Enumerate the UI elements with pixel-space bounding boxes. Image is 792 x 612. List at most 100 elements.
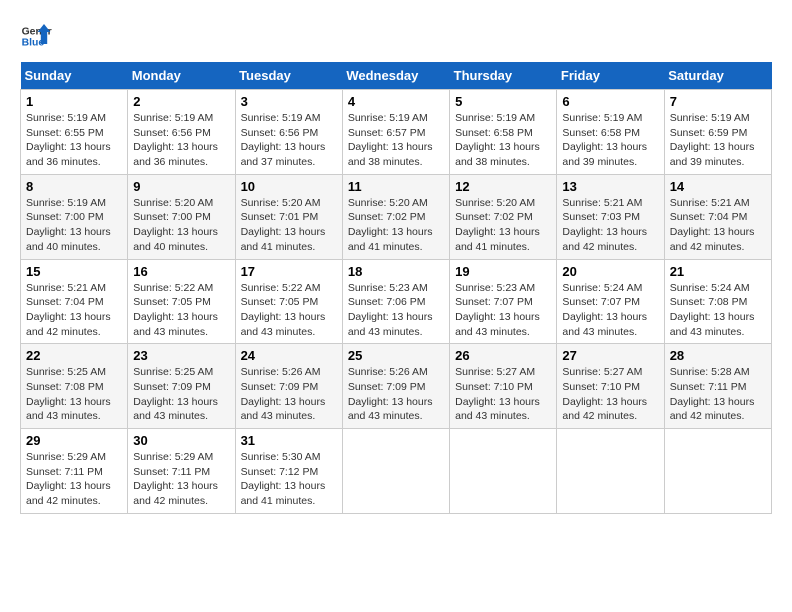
calendar-cell: 17 Sunrise: 5:22 AM Sunset: 7:05 PM Dayli… xyxy=(235,259,342,344)
day-number: 13 xyxy=(562,179,658,194)
weekday-header-saturday: Saturday xyxy=(664,62,771,90)
calendar-week-4: 22Sunrise: 5:25 AM Sunset: 7:08 PM Dayli… xyxy=(21,344,772,429)
calendar-cell: 9 Sunrise: 5:20 AM Sunset: 7:00 PM Daylig… xyxy=(128,174,235,259)
calendar-cell: 20 Sunrise: 5:24 AM Sunset: 7:07 PM Dayli… xyxy=(557,259,664,344)
day-info: Sunrise: 5:23 AM Sunset: 7:07 PM Dayligh… xyxy=(455,281,551,340)
day-info: Sunrise: 5:26 AM Sunset: 7:09 PM Dayligh… xyxy=(241,365,337,424)
calendar-cell: 1Sunrise: 5:19 AM Sunset: 6:55 PM Daylig… xyxy=(21,90,128,175)
day-number: 21 xyxy=(670,264,766,279)
calendar-cell: 19 Sunrise: 5:23 AM Sunset: 7:07 PM Dayli… xyxy=(450,259,557,344)
calendar-cell xyxy=(557,429,664,514)
day-number: 15 xyxy=(26,264,122,279)
day-number: 7 xyxy=(670,94,766,109)
calendar-cell: 29Sunrise: 5:29 AM Sunset: 7:11 PM Dayli… xyxy=(21,429,128,514)
calendar-cell: 24Sunrise: 5:26 AM Sunset: 7:09 PM Dayli… xyxy=(235,344,342,429)
weekday-header-thursday: Thursday xyxy=(450,62,557,90)
day-number: 19 xyxy=(455,264,551,279)
day-info: Sunrise: 5:21 AM Sunset: 7:03 PM Dayligh… xyxy=(562,196,658,255)
calendar-cell: 23 Sunrise: 5:25 AM Sunset: 7:09 PM Dayli… xyxy=(128,344,235,429)
day-info: Sunrise: 5:19 AM Sunset: 7:00 PM Dayligh… xyxy=(26,196,122,255)
day-number: 20 xyxy=(562,264,658,279)
calendar-cell: 3 Sunrise: 5:19 AM Sunset: 6:56 PM Daylig… xyxy=(235,90,342,175)
day-info: Sunrise: 5:20 AM Sunset: 7:02 PM Dayligh… xyxy=(348,196,444,255)
day-info: Sunrise: 5:24 AM Sunset: 7:08 PM Dayligh… xyxy=(670,281,766,340)
calendar-cell: 6 Sunrise: 5:19 AM Sunset: 6:58 PM Daylig… xyxy=(557,90,664,175)
day-info: Sunrise: 5:21 AM Sunset: 7:04 PM Dayligh… xyxy=(26,281,122,340)
day-number: 27 xyxy=(562,348,658,363)
day-info: Sunrise: 5:25 AM Sunset: 7:09 PM Dayligh… xyxy=(133,365,229,424)
calendar-cell: 25 Sunrise: 5:26 AM Sunset: 7:09 PM Dayli… xyxy=(342,344,449,429)
day-number: 22 xyxy=(26,348,122,363)
calendar-cell: 27 Sunrise: 5:27 AM Sunset: 7:10 PM Dayli… xyxy=(557,344,664,429)
day-number: 30 xyxy=(133,433,229,448)
day-info: Sunrise: 5:19 AM Sunset: 6:59 PM Dayligh… xyxy=(670,111,766,170)
day-info: Sunrise: 5:27 AM Sunset: 7:10 PM Dayligh… xyxy=(562,365,658,424)
calendar-cell: 13 Sunrise: 5:21 AM Sunset: 7:03 PM Dayli… xyxy=(557,174,664,259)
day-number: 26 xyxy=(455,348,551,363)
day-info: Sunrise: 5:24 AM Sunset: 7:07 PM Dayligh… xyxy=(562,281,658,340)
day-number: 14 xyxy=(670,179,766,194)
weekday-header-wednesday: Wednesday xyxy=(342,62,449,90)
page-header: General Blue xyxy=(20,20,772,52)
calendar-cell: 21 Sunrise: 5:24 AM Sunset: 7:08 PM Dayli… xyxy=(664,259,771,344)
day-info: Sunrise: 5:28 AM Sunset: 7:11 PM Dayligh… xyxy=(670,365,766,424)
day-info: Sunrise: 5:23 AM Sunset: 7:06 PM Dayligh… xyxy=(348,281,444,340)
day-number: 5 xyxy=(455,94,551,109)
calendar-week-1: 1Sunrise: 5:19 AM Sunset: 6:55 PM Daylig… xyxy=(21,90,772,175)
day-number: 18 xyxy=(348,264,444,279)
day-number: 3 xyxy=(241,94,337,109)
day-info: Sunrise: 5:30 AM Sunset: 7:12 PM Dayligh… xyxy=(241,450,337,509)
weekday-header-friday: Friday xyxy=(557,62,664,90)
day-number: 17 xyxy=(241,264,337,279)
weekday-header-tuesday: Tuesday xyxy=(235,62,342,90)
calendar-cell: 12 Sunrise: 5:20 AM Sunset: 7:02 PM Dayli… xyxy=(450,174,557,259)
day-info: Sunrise: 5:26 AM Sunset: 7:09 PM Dayligh… xyxy=(348,365,444,424)
day-number: 23 xyxy=(133,348,229,363)
weekday-header-monday: Monday xyxy=(128,62,235,90)
calendar-cell: 18 Sunrise: 5:23 AM Sunset: 7:06 PM Dayli… xyxy=(342,259,449,344)
day-info: Sunrise: 5:19 AM Sunset: 6:55 PM Dayligh… xyxy=(26,111,122,170)
day-info: Sunrise: 5:22 AM Sunset: 7:05 PM Dayligh… xyxy=(241,281,337,340)
day-number: 9 xyxy=(133,179,229,194)
day-info: Sunrise: 5:19 AM Sunset: 6:57 PM Dayligh… xyxy=(348,111,444,170)
calendar-cell: 2 Sunrise: 5:19 AM Sunset: 6:56 PM Daylig… xyxy=(128,90,235,175)
day-info: Sunrise: 5:20 AM Sunset: 7:00 PM Dayligh… xyxy=(133,196,229,255)
day-number: 6 xyxy=(562,94,658,109)
day-info: Sunrise: 5:22 AM Sunset: 7:05 PM Dayligh… xyxy=(133,281,229,340)
calendar-cell: 26 Sunrise: 5:27 AM Sunset: 7:10 PM Dayli… xyxy=(450,344,557,429)
logo: General Blue xyxy=(20,20,52,52)
calendar-cell: 16Sunrise: 5:22 AM Sunset: 7:05 PM Dayli… xyxy=(128,259,235,344)
day-number: 10 xyxy=(241,179,337,194)
calendar-cell: 28 Sunrise: 5:28 AM Sunset: 7:11 PM Dayli… xyxy=(664,344,771,429)
weekday-header-row: SundayMondayTuesdayWednesdayThursdayFrid… xyxy=(21,62,772,90)
day-info: Sunrise: 5:19 AM Sunset: 6:58 PM Dayligh… xyxy=(562,111,658,170)
day-number: 25 xyxy=(348,348,444,363)
calendar-cell xyxy=(450,429,557,514)
day-info: Sunrise: 5:20 AM Sunset: 7:02 PM Dayligh… xyxy=(455,196,551,255)
day-number: 8 xyxy=(26,179,122,194)
day-number: 31 xyxy=(241,433,337,448)
day-number: 2 xyxy=(133,94,229,109)
day-info: Sunrise: 5:19 AM Sunset: 6:58 PM Dayligh… xyxy=(455,111,551,170)
calendar-cell: 11 Sunrise: 5:20 AM Sunset: 7:02 PM Dayli… xyxy=(342,174,449,259)
weekday-header-sunday: Sunday xyxy=(21,62,128,90)
day-number: 11 xyxy=(348,179,444,194)
day-info: Sunrise: 5:19 AM Sunset: 6:56 PM Dayligh… xyxy=(241,111,337,170)
calendar-cell: 5 Sunrise: 5:19 AM Sunset: 6:58 PM Daylig… xyxy=(450,90,557,175)
day-info: Sunrise: 5:27 AM Sunset: 7:10 PM Dayligh… xyxy=(455,365,551,424)
calendar-week-3: 15 Sunrise: 5:21 AM Sunset: 7:04 PM Dayli… xyxy=(21,259,772,344)
calendar-cell: 22Sunrise: 5:25 AM Sunset: 7:08 PM Dayli… xyxy=(21,344,128,429)
calendar-cell: 10Sunrise: 5:20 AM Sunset: 7:01 PM Dayli… xyxy=(235,174,342,259)
day-number: 12 xyxy=(455,179,551,194)
day-info: Sunrise: 5:19 AM Sunset: 6:56 PM Dayligh… xyxy=(133,111,229,170)
calendar-cell xyxy=(342,429,449,514)
day-number: 28 xyxy=(670,348,766,363)
calendar-cell: 31 Sunrise: 5:30 AM Sunset: 7:12 PM Dayli… xyxy=(235,429,342,514)
day-info: Sunrise: 5:29 AM Sunset: 7:11 PM Dayligh… xyxy=(133,450,229,509)
calendar-cell: 7 Sunrise: 5:19 AM Sunset: 6:59 PM Daylig… xyxy=(664,90,771,175)
calendar-cell: 14Sunrise: 5:21 AM Sunset: 7:04 PM Dayli… xyxy=(664,174,771,259)
day-number: 29 xyxy=(26,433,122,448)
calendar-week-5: 29 Sunrise: 5:29 AM Sunset: 7:11 PM Dayli… xyxy=(21,429,772,514)
calendar-cell: 8 Sunrise: 5:19 AM Sunset: 7:00 PM Daylig… xyxy=(21,174,128,259)
calendar-cell: 4Sunrise: 5:19 AM Sunset: 6:57 PM Daylig… xyxy=(342,90,449,175)
